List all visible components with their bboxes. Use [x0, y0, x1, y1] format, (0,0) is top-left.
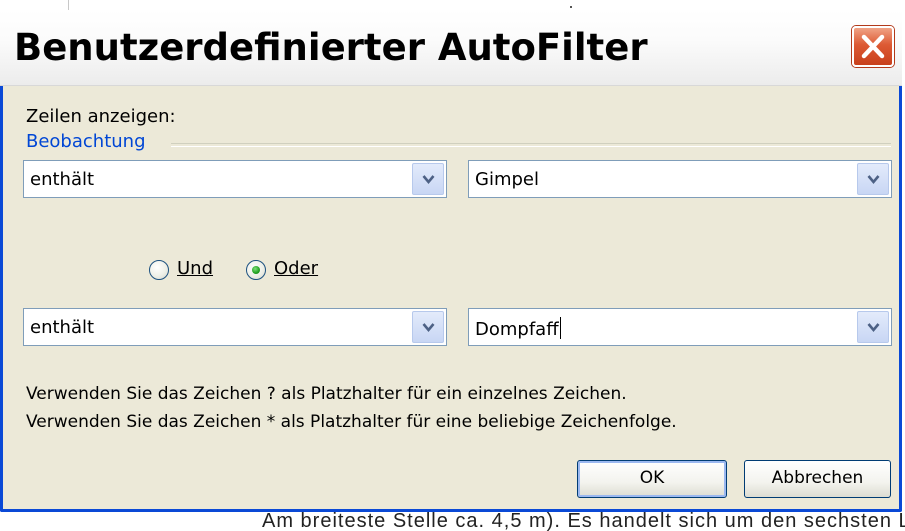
value2-text: Dompfaff	[475, 319, 559, 340]
background-sheet-text: Am breiteste Stelle ca. 4,5 m). Es hande…	[262, 512, 905, 531]
operator2-dropdown-button[interactable]	[412, 311, 444, 343]
hint-asterisk: Verwenden Sie das Zeichen * als Platzhal…	[26, 412, 677, 432]
value2-combobox[interactable]: Dompfaff	[468, 308, 892, 346]
radio-oder-label-text: Oder	[274, 258, 319, 279]
operator1-dropdown-button[interactable]	[412, 163, 444, 195]
ok-button[interactable]: OK	[577, 460, 727, 498]
dialog-body: Zeilen anzeigen: Beobachtung enthält Gim…	[3, 86, 899, 512]
operator2-value: enthält	[30, 317, 95, 338]
radio-und[interactable]: Und	[149, 258, 229, 284]
radio-und-label: Und	[177, 258, 213, 279]
radio-und-label-text: Und	[177, 258, 214, 279]
dialog-titlebar[interactable]: Benutzerdefinierter AutoFilter	[0, 10, 902, 86]
radio-und-circle[interactable]	[149, 260, 169, 280]
radio-selected-dot	[252, 266, 260, 274]
radio-oder-circle[interactable]	[246, 260, 266, 280]
value2-dropdown-button[interactable]	[857, 311, 889, 343]
close-button[interactable]	[852, 26, 894, 67]
field-group-label: Beobachtung	[26, 131, 146, 152]
operator2-dropdown[interactable]: enthält	[23, 308, 447, 346]
operator1-value: enthält	[30, 169, 95, 190]
show-rows-label: Zeilen anzeigen:	[26, 106, 176, 127]
sheet-mark	[570, 6, 572, 8]
chevron-down-icon	[867, 175, 880, 185]
chevron-down-icon	[422, 175, 435, 185]
radio-oder-label: Oder	[274, 258, 318, 279]
chevron-down-icon	[422, 323, 435, 333]
dialog-title: Benutzerdefinierter AutoFilter	[14, 26, 648, 69]
custom-autofilter-dialog: Benutzerdefinierter AutoFilter Zeilen an…	[0, 10, 902, 512]
close-icon	[861, 34, 885, 59]
cancel-button[interactable]: Abbrechen	[744, 460, 891, 498]
value1-combobox[interactable]: Gimpel	[468, 160, 892, 198]
value2-text-wrap: Dompfaff	[475, 317, 561, 340]
chevron-down-icon	[867, 323, 880, 333]
value1-text: Gimpel	[475, 169, 539, 190]
group-divider	[171, 143, 891, 147]
text-cursor	[559, 317, 561, 339]
value1-dropdown-button[interactable]	[857, 163, 889, 195]
radio-oder[interactable]: Oder	[246, 258, 336, 284]
operator1-dropdown[interactable]: enthält	[23, 160, 447, 198]
hint-question-mark: Verwenden Sie das Zeichen ? als Platzhal…	[26, 384, 627, 404]
